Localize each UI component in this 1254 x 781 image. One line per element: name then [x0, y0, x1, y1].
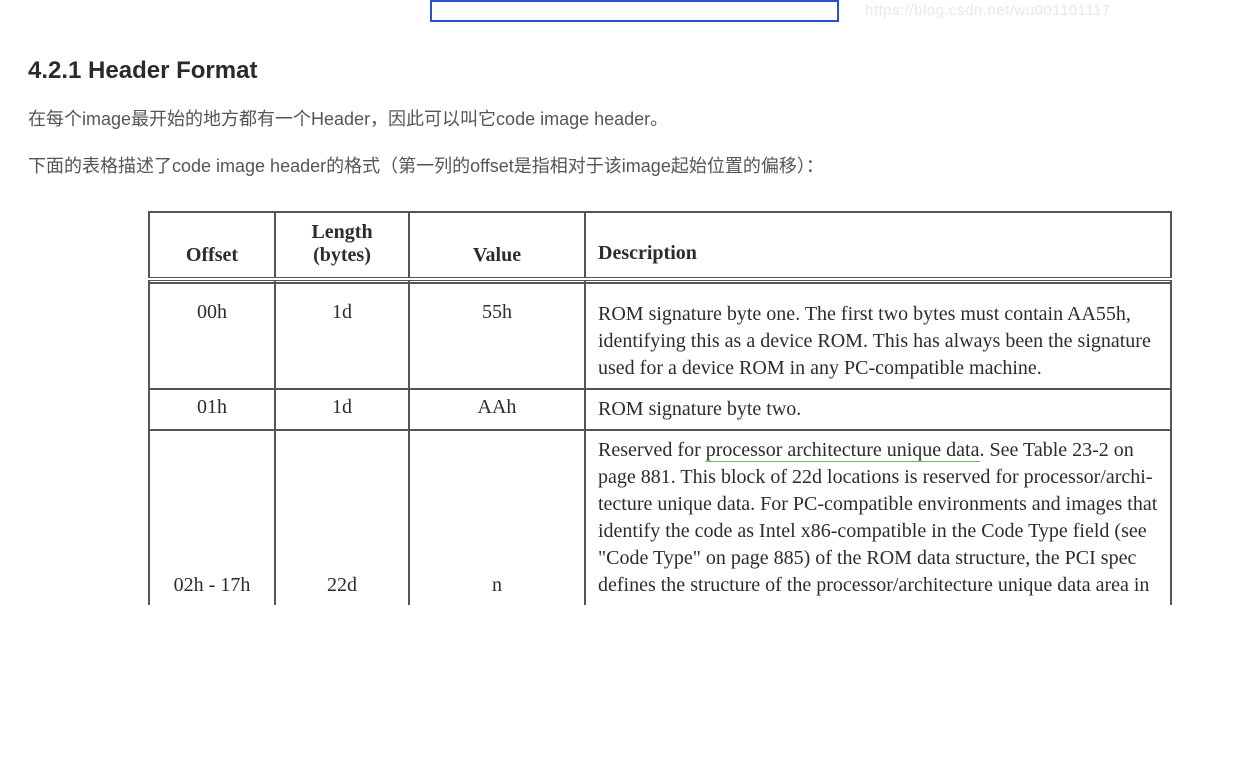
section-heading: 4.2.1 Header Format [28, 57, 1254, 85]
table-header-row: Offset Length (bytes) Value Description [149, 212, 1171, 279]
cell-value: AAh [409, 389, 585, 430]
cell-value: 55h [409, 279, 585, 389]
table-row: 00h 1d 55h ROM signature byte one. The f… [149, 279, 1171, 389]
cell-offset: 01h [149, 389, 275, 430]
cell-offset: 00h [149, 279, 275, 389]
cell-length: 1d [275, 389, 409, 430]
cell-offset: 02h - 17h [149, 430, 275, 605]
table-row: 02h - 17h 22d n Reserved for processor a… [149, 430, 1171, 605]
cell-length: 22d [275, 430, 409, 605]
paragraph-1: 在每个image最开始的地方都有一个Header，因此可以叫它code imag… [28, 105, 1254, 134]
cell-description: ROM signature byte one. The first two by… [585, 279, 1171, 389]
table-row: 01h 1d AAh ROM signature byte two. [149, 389, 1171, 430]
header-format-table: Offset Length (bytes) Value Description … [148, 211, 1172, 605]
top-box-border [430, 0, 839, 22]
cell-description: Reserved for processor architecture uniq… [585, 430, 1171, 605]
cell-length: 1d [275, 279, 409, 389]
col-header-offset: Offset [149, 212, 275, 279]
cell-description: ROM signature byte two. [585, 389, 1171, 430]
cell-value: n [409, 430, 585, 605]
col-header-value: Value [409, 212, 585, 279]
col-header-length: Length (bytes) [275, 212, 409, 279]
watermark-text: https://blog.csdn.net/wu001101117 [865, 2, 1111, 19]
underlined-text: processor architecture unique data [706, 439, 980, 462]
col-header-description: Description [585, 212, 1171, 279]
paragraph-2: 下面的表格描述了code image header的格式（第一列的offset是… [28, 152, 1254, 181]
